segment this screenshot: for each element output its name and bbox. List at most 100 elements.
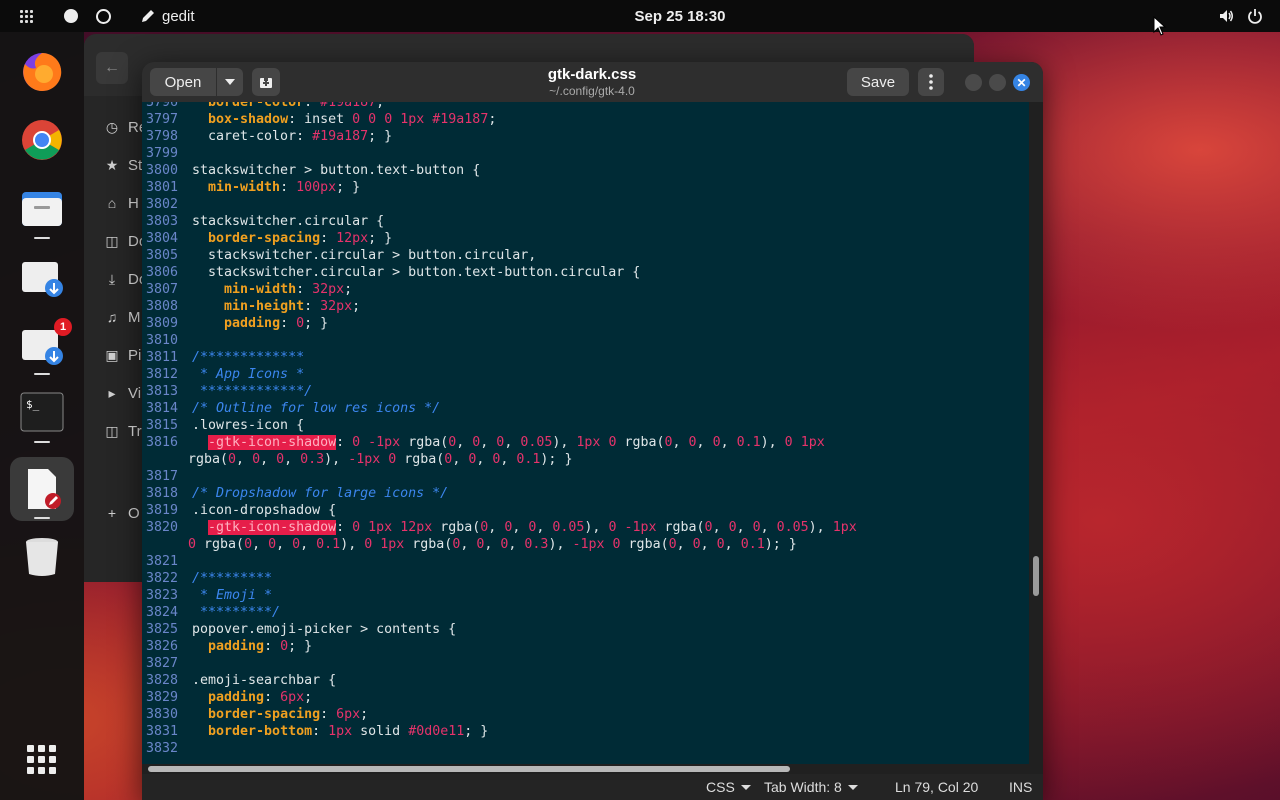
code-line[interactable]: 3820 -gtk-icon-shadow: 0 1px 12px rgba(0…	[142, 519, 857, 536]
vertical-scrollbar-thumb[interactable]	[1033, 556, 1039, 596]
workspace-indicator[interactable]	[96, 0, 111, 32]
line-number: 3814	[146, 401, 179, 416]
code-line[interactable]: 3815 .lowres-icon {	[142, 417, 304, 434]
code-line[interactable]: 3813 *************/	[142, 383, 312, 400]
line-number: 3810	[146, 333, 179, 348]
cursor-position[interactable]: Ln 79, Col 20	[895, 774, 978, 800]
open-dropdown-button[interactable]	[217, 68, 243, 96]
code-line[interactable]: 3798 caret-color: #19a187; }	[142, 128, 392, 145]
code-line[interactable]: 3825 popover.emoji-picker > contents {	[142, 621, 456, 638]
code-line[interactable]: 3803 stackswitcher.circular {	[142, 213, 384, 230]
app-menu[interactable]: gedit	[140, 0, 195, 32]
code-line[interactable]: 3830 border-spacing: 6px;	[142, 706, 368, 723]
files-icon[interactable]	[20, 186, 64, 230]
code-line[interactable]: 0 rgba(0, 0, 0, 0.1), 0 1px rgba(0, 0, 0…	[142, 536, 797, 553]
menu-button[interactable]	[918, 68, 944, 96]
close-button[interactable]: ✕	[1013, 74, 1030, 91]
code-line[interactable]: 3822 /*********	[142, 570, 272, 587]
code-line[interactable]: 3824 *********/	[142, 604, 280, 621]
code-line[interactable]: 3809 padding: 0; }	[142, 315, 328, 332]
app-grid-icon[interactable]	[20, 738, 64, 782]
vertical-scrollbar[interactable]	[1029, 102, 1043, 764]
text-editor-icon[interactable]	[20, 467, 64, 511]
new-tab-button[interactable]	[252, 68, 280, 96]
code-line[interactable]: 3812 * App Icons *	[142, 366, 304, 383]
line-number: 3798	[146, 129, 179, 144]
code-editor[interactable]: 3796 border-color: #19a187; 3797 box-shad…	[142, 102, 1029, 764]
horizontal-scrollbar-thumb[interactable]	[148, 766, 790, 772]
chrome-icon[interactable]	[20, 118, 64, 162]
downloads-folder-icon[interactable]	[20, 254, 64, 298]
sidebar-item-trash[interactable]: ◫ Tr	[104, 419, 141, 443]
code-line[interactable]: 3805 stackswitcher.circular > button.cir…	[142, 247, 536, 264]
line-number: 3805	[146, 248, 179, 263]
line-number: 3815	[146, 418, 179, 433]
maximize-button[interactable]	[989, 74, 1006, 91]
code-line[interactable]: 3808 min-height: 32px;	[142, 298, 360, 315]
code-line[interactable]: 3811 /*************	[142, 349, 304, 366]
open-button[interactable]: Open	[150, 68, 216, 96]
code-line[interactable]: 3802	[142, 196, 192, 213]
code-line[interactable]: 3828 .emoji-searchbar {	[142, 672, 336, 689]
clock[interactable]: Sep 25 18:30	[600, 0, 760, 32]
sidebar-item-videos[interactable]: ▸ Vi	[104, 381, 141, 405]
line-number: 3804	[146, 231, 179, 246]
sidebar-item-starred[interactable]: ★ St	[104, 153, 142, 177]
line-number: 3807	[146, 282, 179, 297]
code-line[interactable]: 3801 min-width: 100px; }	[142, 179, 360, 196]
code-line[interactable]: 3827	[142, 655, 192, 672]
sidebar-item-home[interactable]: ⌂ H	[104, 191, 139, 215]
sidebar-item-downloads[interactable]: ⤓ Do	[104, 267, 147, 291]
code-line[interactable]: 3806 stackswitcher.circular > button.tex…	[142, 264, 640, 281]
sidebar-item-pictures[interactable]: ▣ Pi	[104, 343, 141, 367]
code-line[interactable]: 3831 border-bottom: 1px solid #0d0e11; }	[142, 723, 488, 740]
code-line[interactable]: 3799	[142, 145, 192, 162]
firefox-icon[interactable]	[20, 50, 64, 94]
trash-icon: ◫	[105, 422, 119, 439]
terminal-icon[interactable]: $_	[20, 390, 64, 434]
line-number: 3818	[146, 486, 179, 501]
trash-icon[interactable]	[20, 534, 64, 578]
code-line[interactable]: 3823 * Emoji *	[142, 587, 272, 604]
code-line[interactable]: 3832	[142, 740, 192, 757]
code-line[interactable]: 3818 /* Dropshadow for large icons */	[142, 485, 448, 502]
code-line[interactable]: 3821	[142, 553, 192, 570]
star-icon: ★	[105, 156, 119, 173]
code-line[interactable]: 3819 .icon-dropshadow {	[142, 502, 336, 519]
tab-width-selector[interactable]: Tab Width: 8	[764, 774, 858, 800]
sidebar-item-other-locations[interactable]: + O	[104, 501, 140, 525]
code-line[interactable]: 3800 stackswitcher > button.text-button {	[142, 162, 480, 179]
code-line[interactable]: rgba(0, 0, 0, 0.3), -1px 0 rgba(0, 0, 0,…	[142, 451, 572, 468]
document-icon: ◫	[105, 232, 119, 249]
code-text: min-height: 32px;	[224, 299, 361, 314]
code-line[interactable]: 3797 box-shadow: inset 0 0 0 1px #19a187…	[142, 111, 496, 128]
sidebar-item-music[interactable]: ♫ M	[104, 305, 141, 329]
code-line[interactable]: 3804 border-spacing: 12px; }	[142, 230, 392, 247]
running-indicator	[34, 441, 50, 443]
save-button[interactable]: Save	[847, 68, 909, 96]
code-text: border-spacing: 12px; }	[208, 231, 393, 246]
code-line[interactable]: 3817	[142, 468, 192, 485]
volume-icon[interactable]	[1218, 0, 1234, 32]
back-arrow-icon[interactable]: ←	[96, 52, 128, 84]
code-line[interactable]: 3829 padding: 6px;	[142, 689, 312, 706]
code-line[interactable]: 3796 border-color: #19a187;	[142, 102, 384, 111]
download-icon: ⤓	[108, 270, 116, 287]
code-text: stackswitcher > button.text-button {	[192, 163, 481, 178]
power-icon[interactable]	[1247, 0, 1263, 32]
code-text: box-shadow: inset 0 0 0 1px #19a187;	[208, 112, 497, 127]
code-line[interactable]: 3810	[142, 332, 192, 349]
workspace-indicator-active[interactable]	[64, 0, 78, 32]
code-line[interactable]: 3807 min-width: 32px;	[142, 281, 352, 298]
code-line[interactable]: 3816 -gtk-icon-shadow: 0 -1px rgba(0, 0,…	[142, 434, 825, 451]
code-line[interactable]: 3826 padding: 0; }	[142, 638, 312, 655]
sidebar-item-recent[interactable]: ◷ Re	[104, 115, 147, 139]
chevron-down-icon	[225, 79, 235, 85]
line-number: 3813	[146, 384, 179, 399]
code-line[interactable]: 3814 /* Outline for low res icons */	[142, 400, 440, 417]
sidebar-item-documents[interactable]: ◫ Do	[104, 229, 147, 253]
minimize-button[interactable]	[965, 74, 982, 91]
line-number: 3826	[146, 639, 179, 654]
activities-grid-icon[interactable]	[20, 0, 33, 32]
language-selector[interactable]: CSS	[706, 774, 751, 800]
